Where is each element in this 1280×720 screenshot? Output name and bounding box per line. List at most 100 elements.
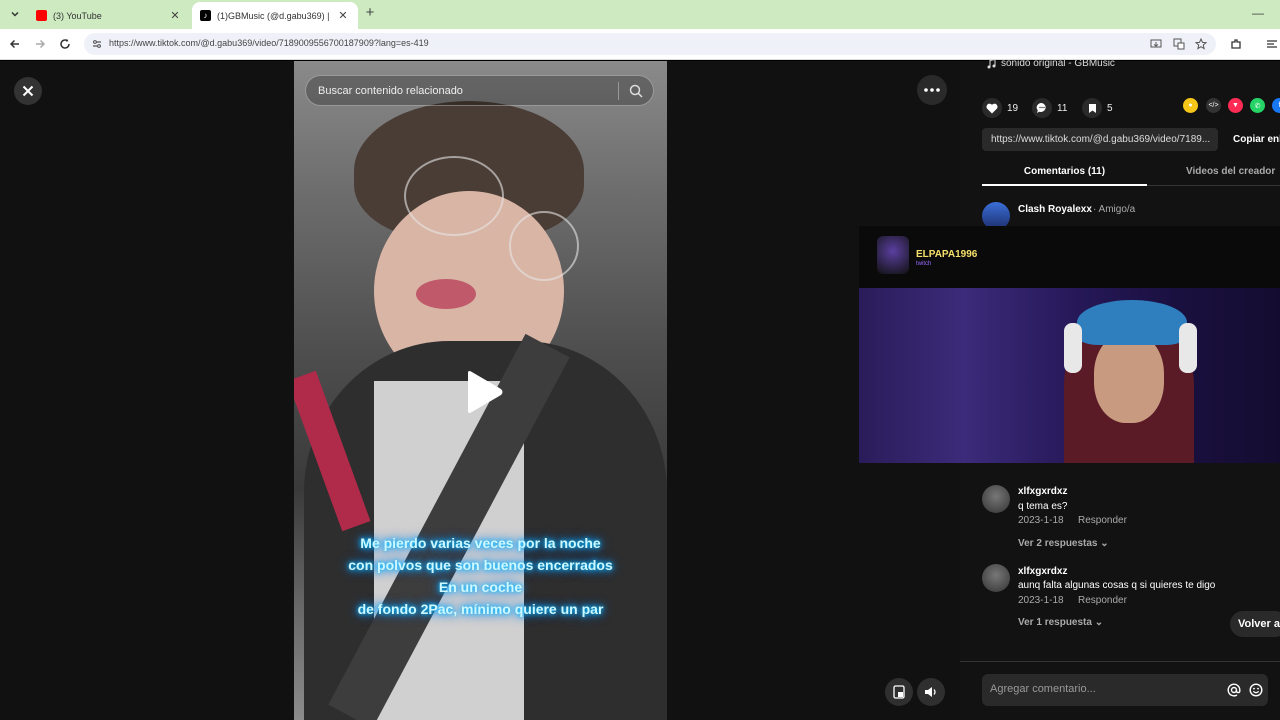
youtube-icon	[36, 10, 47, 21]
url-text: https://www.tiktok.com/@d.gabu369/video/…	[109, 38, 429, 48]
tab-comments[interactable]: Comentarios (11)	[982, 166, 1147, 177]
close-icon	[22, 85, 34, 97]
translate-icon[interactable]	[1173, 38, 1185, 50]
streamer-name: ELPAPA1996	[916, 249, 978, 260]
video-player-area: Buscar contenido relacionado Me pierdo v…	[0, 61, 960, 720]
extensions-icon[interactable]	[1228, 36, 1244, 52]
glasses-shape	[509, 211, 579, 281]
like-stat[interactable]: 19	[982, 98, 1018, 118]
comment-author[interactable]: xlfxgxrdxz	[1018, 486, 1067, 497]
comment-date: 2023-1-18	[1018, 515, 1064, 526]
caption-line: con polvos que son buenos encerrados	[348, 557, 613, 573]
music-info[interactable]: sonido original - GBMusic	[986, 58, 1115, 69]
caption-line: Me pierdo varias veces por la noche	[360, 535, 601, 551]
stream-webcam-overlay: ELPAPA1996 twitch	[859, 226, 1280, 463]
floating-player-button[interactable]	[885, 678, 913, 706]
search-input[interactable]: Buscar contenido relacionado	[318, 85, 463, 97]
like-count: 19	[1007, 102, 1019, 114]
streamer-platform: twitch	[916, 261, 932, 267]
comment-author[interactable]: xlfxgxrdxz	[1018, 566, 1067, 577]
tab-creator-videos[interactable]: Videos del creador	[1186, 166, 1275, 177]
webcam-feed	[859, 288, 1280, 463]
view-replies-label: Ver 2 respuestas	[1018, 538, 1098, 549]
forward-icon[interactable]	[32, 36, 48, 52]
stream-header: ELPAPA1996 twitch	[859, 226, 1280, 288]
bookmark-icon	[1082, 98, 1102, 118]
site-info-icon[interactable]	[92, 39, 102, 49]
save-count: 5	[1107, 102, 1113, 114]
close-button[interactable]	[14, 77, 42, 105]
comment-author[interactable]: Clash Royalexx	[1018, 204, 1092, 215]
facebook-icon[interactable]: f	[1272, 98, 1280, 113]
more-dots-icon	[924, 88, 940, 92]
tab-title: (3) YouTube	[53, 10, 102, 21]
whatsapp-icon[interactable]: ✆	[1250, 98, 1265, 113]
save-stat[interactable]: 5	[1082, 98, 1113, 118]
back-to-top-button[interactable]: Volver a	[1230, 611, 1280, 637]
comment-count: 11	[1057, 102, 1068, 114]
comment-text: aunq falta algunas cosas q si quieres te…	[1018, 580, 1216, 591]
browser-tab-tiktok[interactable]: ♪ (1)GBMusic (@d.gabu369) | TikTok ✕	[192, 2, 358, 29]
share-link-field[interactable]: https://www.tiktok.com/@d.gabu369/video/…	[982, 128, 1218, 151]
search-divider	[618, 82, 619, 100]
music-note-icon	[987, 58, 996, 68]
tiktok-icon: ♪	[200, 10, 211, 21]
headphone-shape	[1179, 323, 1197, 373]
browser-nav-bar: https://www.tiktok.com/@d.gabu369/video/…	[0, 29, 1280, 60]
install-app-icon[interactable]	[1150, 38, 1162, 50]
comment-icon	[1032, 98, 1052, 118]
browser-tab-youtube[interactable]: (3) YouTube ✕	[28, 2, 190, 29]
back-icon[interactable]	[7, 36, 23, 52]
search-icon[interactable]	[628, 83, 644, 99]
headphone-shape	[1064, 323, 1082, 373]
browser-tab-bar: (3) YouTube ✕ ♪ (1)GBMusic (@d.gabu369) …	[0, 0, 1280, 29]
active-tab-indicator	[982, 184, 1147, 186]
glasses-shape	[404, 156, 504, 236]
avatar[interactable]	[982, 485, 1010, 513]
tab-close-icon[interactable]: ✕	[168, 9, 182, 23]
copy-link-button[interactable]: Copiar enlace	[1233, 134, 1280, 145]
share-friends-icon[interactable]: ●	[1183, 98, 1198, 113]
music-title: sonido original - GBMusic	[1001, 58, 1115, 69]
tab-close-icon[interactable]: ✕	[336, 9, 350, 23]
volume-button[interactable]	[917, 678, 945, 706]
caption-line: En un coche	[438, 579, 523, 595]
emoji-icon[interactable]	[1249, 683, 1263, 697]
related-search-box[interactable]: Buscar contenido relacionado	[305, 75, 654, 106]
tab-title: (1)GBMusic (@d.gabu369) | TikTok	[217, 10, 332, 21]
view-replies-button[interactable]: Ver 1 respuesta ⌄	[1018, 617, 1103, 628]
minimize-button[interactable]: —	[1252, 6, 1264, 20]
lips-shape	[416, 279, 476, 309]
reading-list-icon[interactable]	[1264, 36, 1280, 52]
view-replies-label: Ver 1 respuesta	[1018, 617, 1092, 628]
comment-placeholder: Agregar comentario...	[990, 683, 1096, 695]
caption-line: de fondo 2Pac, mínimo quiere un par	[357, 601, 604, 617]
reload-icon[interactable]	[57, 36, 73, 52]
volume-icon	[925, 687, 936, 697]
face-shape	[1094, 333, 1164, 423]
comment-divider	[960, 661, 1280, 662]
chevron-down-icon: ⌄	[1100, 538, 1109, 549]
comment-date: 2023-1-18	[1018, 595, 1064, 606]
stream-logo	[877, 236, 909, 274]
more-options-button[interactable]	[917, 75, 947, 105]
mention-icon[interactable]	[1227, 683, 1241, 697]
new-tab-button[interactable]: +	[362, 5, 378, 22]
video-caption: Me pierdo varias veces por la noche con …	[294, 532, 667, 620]
reply-button[interactable]: Responder	[1078, 515, 1127, 526]
view-replies-button[interactable]: Ver 2 respuestas ⌄	[1018, 538, 1109, 549]
embed-icon[interactable]: </>	[1206, 98, 1221, 113]
comment-input[interactable]: Agregar comentario...	[982, 674, 1268, 706]
chevron-down-icon	[11, 11, 19, 17]
bookmark-star-icon[interactable]	[1195, 38, 1207, 50]
comment-stat[interactable]: 11	[1032, 98, 1067, 118]
reply-button[interactable]: Responder	[1078, 595, 1127, 606]
heart-icon	[982, 98, 1002, 118]
mini-player-icon	[893, 685, 905, 699]
play-icon[interactable]	[464, 370, 504, 414]
send-icon[interactable]: ▼	[1228, 98, 1243, 113]
avatar[interactable]	[982, 564, 1010, 592]
address-bar[interactable]: https://www.tiktok.com/@d.gabu369/video/…	[84, 33, 1216, 55]
tab-search-button[interactable]	[6, 5, 24, 23]
comment-text: q tema es?	[1018, 501, 1068, 512]
